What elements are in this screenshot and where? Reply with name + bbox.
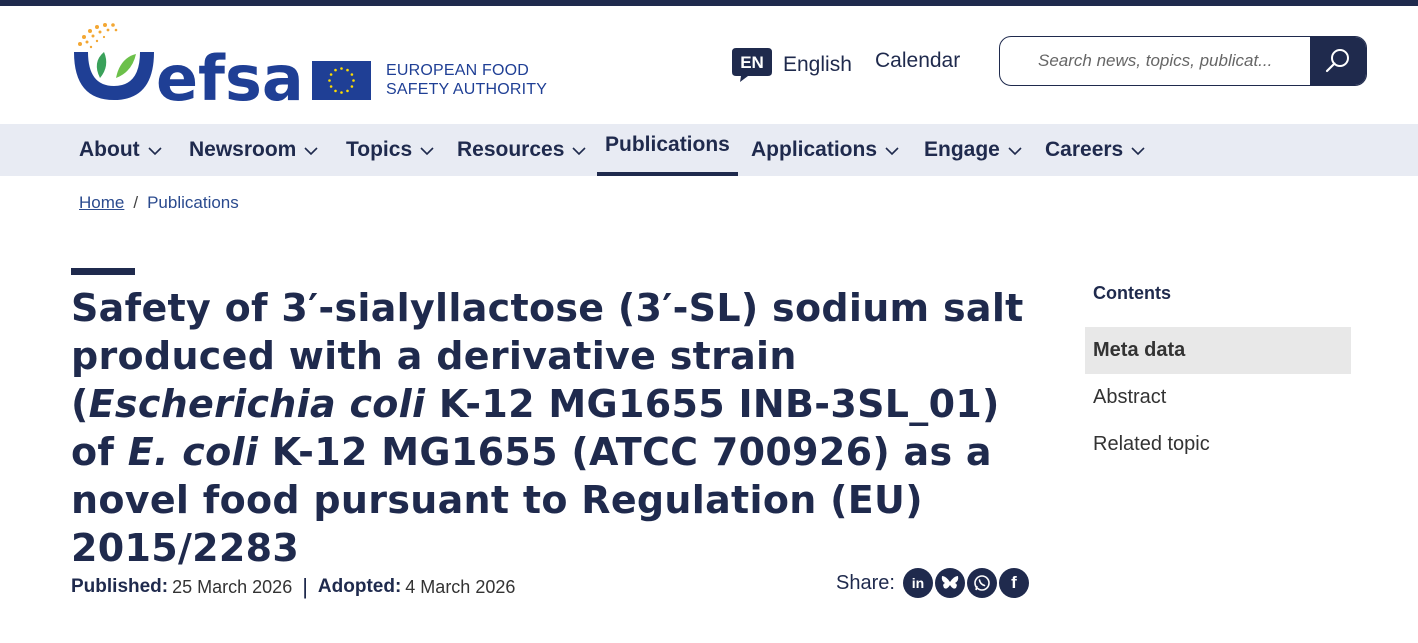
chevron-down-icon — [1131, 146, 1145, 155]
bluesky-share-button[interactable] — [934, 568, 965, 598]
title-italic-1: Escherichia coli — [88, 382, 426, 426]
language-badge: EN — [732, 48, 772, 82]
chevron-down-icon — [1008, 146, 1022, 155]
meta-separator: | — [302, 574, 308, 599]
publication-meta: Published: 25 March 2026 | Adopted: 4 Ma… — [71, 574, 515, 600]
breadcrumb-separator: / — [133, 193, 139, 212]
svg-text:EN: EN — [740, 53, 764, 72]
nav-resources[interactable]: Resources — [457, 124, 586, 176]
nav-newsroom[interactable]: Newsroom — [189, 124, 318, 176]
published-label: Published: — [71, 576, 169, 597]
chevron-down-icon — [572, 146, 586, 155]
toc-item-abstract[interactable]: Abstract — [1085, 374, 1351, 421]
search-input[interactable] — [1000, 37, 1310, 85]
eu-stars-icon — [328, 67, 355, 94]
nav-publications[interactable]: Publications — [597, 124, 738, 176]
site-header: efsa EUROPEAN FOOD SAFETY AUTHORITY EN E… — [0, 6, 1418, 124]
speech-bubble-icon: EN — [732, 48, 772, 82]
nav-newsroom-label: Newsroom — [189, 138, 297, 161]
breadcrumb: Home / Publications — [79, 193, 239, 213]
nav-about-label: About — [79, 138, 140, 161]
nav-applications-label: Applications — [751, 138, 878, 161]
share-bar: Share: in f — [836, 568, 1031, 598]
nav-careers-label: Careers — [1045, 138, 1124, 161]
whatsapp-icon — [974, 575, 990, 591]
toc-item-related-topic[interactable]: Related topic — [1085, 421, 1351, 468]
efsa-logo-icon: efsa — [74, 23, 304, 115]
svg-text:efsa: efsa — [156, 42, 302, 102]
search-button[interactable] — [1310, 37, 1366, 85]
nav-about[interactable]: About — [79, 124, 162, 176]
efsa-logo[interactable]: efsa — [70, 22, 304, 115]
language-label: English — [783, 53, 852, 76]
title-accent-rule — [71, 268, 135, 275]
chevron-down-icon — [148, 146, 162, 155]
adopted-label: Adopted: — [317, 576, 402, 597]
authority-line-1: EUROPEAN FOOD — [386, 62, 530, 79]
table-of-contents: Meta data Abstract Related topic — [1085, 327, 1351, 468]
search-box — [999, 36, 1367, 86]
bluesky-icon — [941, 576, 959, 589]
nav-topics[interactable]: Topics — [346, 124, 434, 176]
adopted-date: 4 March 2026 — [405, 576, 516, 597]
chevron-down-icon — [885, 146, 899, 155]
linkedin-icon: in — [911, 575, 925, 591]
share-label: Share: — [836, 571, 895, 594]
nav-engage-label: Engage — [924, 138, 1000, 161]
chevron-down-icon — [304, 146, 318, 155]
facebook-icon: f — [1011, 573, 1017, 592]
nav-engage[interactable]: Engage — [924, 124, 1022, 176]
title-italic-2: E. coli — [127, 430, 259, 474]
authority-name: EUROPEAN FOOD SAFETY AUTHORITY — [386, 61, 547, 99]
language-selector[interactable]: EN English — [732, 48, 852, 82]
authority-line-2: SAFETY AUTHORITY — [386, 81, 548, 98]
breadcrumb-current: Publications — [147, 193, 239, 212]
whatsapp-share-button[interactable] — [966, 568, 997, 598]
chevron-down-icon — [420, 146, 434, 155]
facebook-share-button[interactable]: f — [998, 568, 1029, 598]
eu-flag — [312, 61, 371, 100]
calendar-link[interactable]: Calendar — [875, 48, 960, 74]
toc-item-meta-data[interactable]: Meta data — [1085, 327, 1351, 374]
nav-applications[interactable]: Applications — [751, 124, 899, 176]
nav-topics-label: Topics — [346, 138, 413, 161]
contents-heading: Contents — [1093, 283, 1171, 303]
breadcrumb-home-link[interactable]: Home — [79, 193, 124, 213]
nav-careers[interactable]: Careers — [1045, 124, 1145, 176]
main-navigation: About Newsroom Topics Resources Publicat… — [0, 124, 1418, 176]
search-icon — [1325, 49, 1349, 73]
nav-resources-label: Resources — [457, 138, 565, 161]
nav-publications-label: Publications — [605, 133, 730, 156]
linkedin-share-button[interactable]: in — [902, 568, 933, 598]
published-date: 25 March 2026 — [172, 576, 293, 597]
page-title: Safety of 3′-sialyllactose (3′-SL) sodiu… — [71, 284, 1031, 572]
